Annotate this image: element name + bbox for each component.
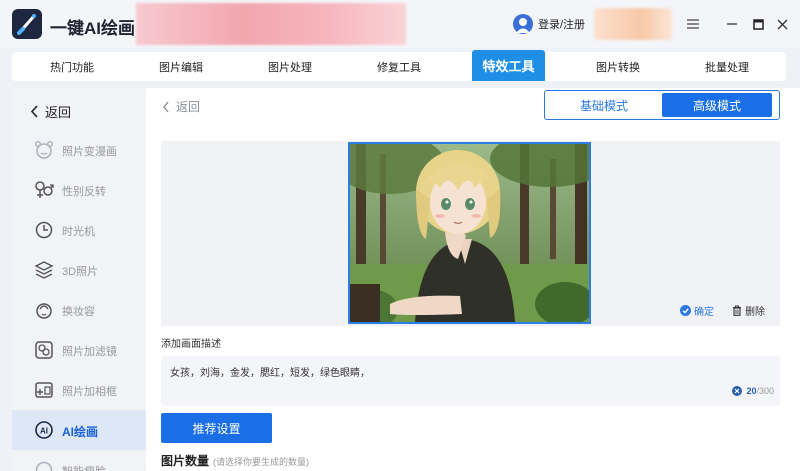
sidebar-item-label: AI绘画 <box>62 425 99 439</box>
sidebar-item-label: 性别反转 <box>62 186 106 198</box>
category-tab-bar: 热门功能 图片编辑 图片处理 修复工具 特效工具 图片转换 批量处理 <box>12 50 786 81</box>
tab-repair-tools[interactable]: 修复工具 <box>344 52 454 81</box>
login-link[interactable]: 登录/注册 <box>538 16 585 32</box>
description-text: 女孩，刘海，金发，腮红，短发，绿色眼睛， <box>170 368 370 379</box>
maximize-icon[interactable] <box>748 14 768 34</box>
image-count-label: 图片数量 (请选择你要生成的数量) <box>161 452 309 469</box>
close-icon[interactable] <box>772 14 792 34</box>
menu-icon[interactable] <box>683 14 703 34</box>
sidebar-item-3d-photo[interactable]: 3D照片 <box>12 250 146 290</box>
cartoon-face-icon <box>35 141 53 159</box>
main-back-button[interactable]: 返回 <box>162 98 200 115</box>
tab-image-convert[interactable]: 图片转换 <box>563 52 673 81</box>
minimize-icon[interactable] <box>722 14 742 34</box>
image-count-hint: (请选择你要生成的数量) <box>213 457 310 467</box>
char-count-max: /300 <box>756 386 774 396</box>
vip-banner[interactable] <box>594 8 672 40</box>
uploaded-image[interactable] <box>348 142 591 324</box>
makeup-icon <box>36 303 52 319</box>
sidebar-item-photo-filter[interactable]: 照片加滤镜 <box>12 330 146 370</box>
mode-switch: 基础模式 高级模式 <box>544 90 780 120</box>
user-avatar-icon[interactable] <box>513 14 533 34</box>
confirm-button[interactable]: 确定 <box>680 303 714 318</box>
basic-mode-button[interactable]: 基础模式 <box>549 93 659 117</box>
app-title: 一键AI绘画 <box>50 19 135 38</box>
clock-icon <box>35 221 53 239</box>
sidebar-item-gender-swap[interactable]: 性别反转 <box>12 170 146 210</box>
filter-icon <box>35 341 53 359</box>
sidebar-item-label: 换妆容 <box>62 306 95 318</box>
tab-batch-process[interactable]: 批量处理 <box>672 52 782 81</box>
sidebar-item-label: 3D照片 <box>62 266 99 278</box>
check-circle-icon <box>680 305 691 316</box>
tab-image-process[interactable]: 图片处理 <box>235 52 345 81</box>
ad-banner[interactable] <box>136 3 406 45</box>
main-panel: 返回 基础模式 高级模式 确定 删除 添加画面描述 女孩，刘海，金发，腮红，短发… <box>146 88 800 471</box>
delete-button[interactable]: 删除 <box>732 303 765 318</box>
ai-icon: AI <box>35 421 53 439</box>
sidebar-item-photo-to-cartoon[interactable]: 照片变漫画 <box>12 130 146 170</box>
sidebar-back-label: 返回 <box>45 105 72 120</box>
sidebar-item-label: 照片加相框 <box>62 386 117 398</box>
title-bar: 一键AI绘画 登录/注册 <box>0 0 800 48</box>
advanced-mode-button[interactable]: 高级模式 <box>662 93 772 117</box>
sidebar-item-face-slim[interactable]: 智能瘦脸 <box>12 450 146 471</box>
layers-icon <box>34 261 54 279</box>
clear-icon[interactable] <box>732 386 743 396</box>
gender-icon <box>35 181 54 198</box>
char-counter: 20/300 <box>732 386 774 396</box>
chevron-left-icon <box>30 105 38 118</box>
sidebar-back-button[interactable]: 返回 <box>30 102 71 121</box>
confirm-label: 确定 <box>694 307 714 318</box>
face-slim-icon <box>35 461 53 471</box>
sidebar-item-photo-frame[interactable]: 照片加相框 <box>12 370 146 410</box>
app-logo <box>12 9 42 39</box>
delete-label: 删除 <box>745 307 765 318</box>
sidebar-item-ai-painting[interactable]: AI AI绘画 <box>12 410 146 450</box>
sidebar-item-time-machine[interactable]: 时光机 <box>12 210 146 250</box>
description-input[interactable]: 女孩，刘海，金发，腮红，短发，绿色眼睛， 20/300 <box>161 356 780 406</box>
recommend-settings-button[interactable]: 推荐设置 <box>161 413 272 443</box>
sidebar-item-label: 照片变漫画 <box>62 146 117 158</box>
frame-icon <box>35 382 53 398</box>
sidebar-item-label: 照片加滤镜 <box>62 346 117 358</box>
tab-image-edit[interactable]: 图片编辑 <box>126 52 236 81</box>
trash-icon <box>733 305 741 316</box>
sidebar: 返回 照片变漫画 性别反转 时光机 3D照片 换妆容 照片加滤镜 照片加相框 A… <box>12 88 146 471</box>
tab-hot-features[interactable]: 热门功能 <box>17 52 127 81</box>
sidebar-item-label: 时光机 <box>62 226 95 238</box>
sidebar-item-label: 智能瘦脸 <box>62 463 106 471</box>
description-label: 添加画面描述 <box>161 339 221 350</box>
tab-effects-tools[interactable]: 特效工具 <box>472 50 545 81</box>
chevron-left-icon <box>163 101 169 112</box>
svg-text:AI: AI <box>40 427 48 436</box>
image-count-title: 图片数量 <box>161 454 210 468</box>
main-back-label: 返回 <box>176 100 201 114</box>
sidebar-item-makeup[interactable]: 换妆容 <box>12 290 146 330</box>
char-count-current: 20 <box>746 386 757 396</box>
